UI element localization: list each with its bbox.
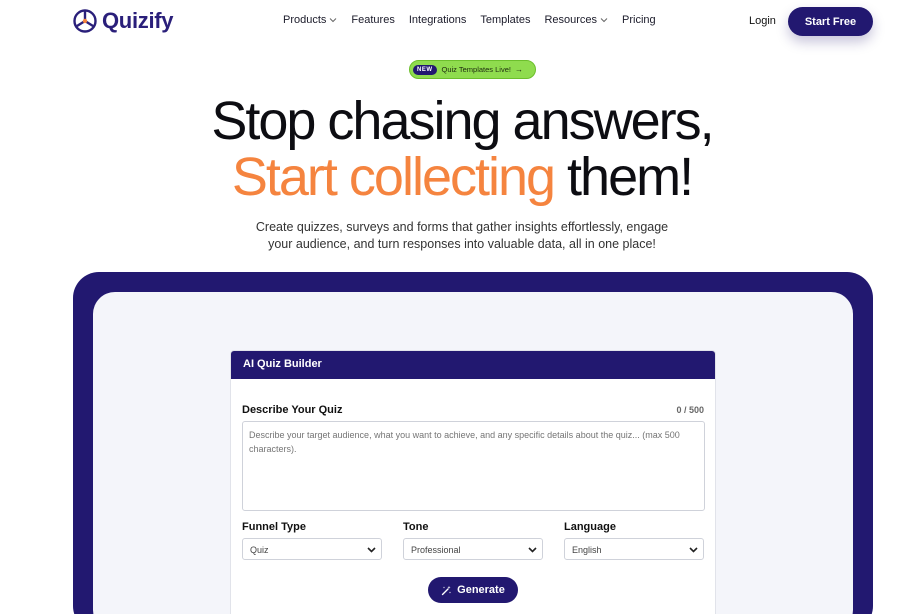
hero-highlight: Start collecting [231, 147, 556, 207]
logo-icon [73, 9, 97, 33]
tone-value: Professional [411, 545, 461, 555]
badge-text: Quiz Templates Live! [441, 65, 511, 74]
hero-headline-rest: them! [554, 147, 694, 207]
quiz-description-input[interactable] [242, 421, 705, 511]
chevron-down-icon [600, 18, 608, 23]
hero-subtitle-line1: Create quizzes, surveys and forms that g… [255, 220, 669, 234]
tone-label: Tone [403, 521, 429, 533]
ai-quiz-builder-card: AI Quiz Builder Describe Your Quiz 0 / 5… [230, 350, 716, 614]
funnel-type-label: Funnel Type [242, 521, 306, 533]
top-nav: Quizify Products Features Integrations T… [0, 0, 924, 44]
generate-label: Generate [457, 584, 505, 596]
magic-wand-icon [441, 585, 452, 595]
language-value: English [572, 545, 602, 555]
nav-item-label: Features [351, 14, 395, 26]
hero-headline-line1: Stop chasing answers, [211, 91, 714, 151]
login-link[interactable]: Login [749, 15, 776, 27]
hero-subtitle-line2: your audience, and turn responses into v… [268, 237, 656, 251]
nav-item-label: Products [283, 14, 327, 26]
hero-headline-line2: Start collecting them! [0, 150, 924, 204]
describe-quiz-label: Describe Your Quiz [242, 404, 343, 416]
nav-item-label: Templates [480, 14, 531, 26]
nav-item-label: Integrations [408, 14, 467, 26]
new-tag: NEW [413, 64, 437, 75]
character-counter: 0 / 500 [676, 405, 704, 415]
language-label: Language [564, 521, 616, 533]
brand-name: Quizify [102, 8, 174, 33]
nav-item-label: Pricing [622, 14, 656, 26]
brand-logo[interactable]: Quizify [72, 8, 174, 34]
chevron-down-icon [689, 547, 698, 553]
announcement-badge[interactable]: NEW Quiz Templates Live! → [409, 60, 536, 79]
card-title: AI Quiz Builder [231, 351, 715, 379]
main-menu: Products Features Integrations Templates… [283, 14, 670, 26]
language-select[interactable]: English [564, 538, 704, 560]
nav-item-features[interactable]: Features [351, 14, 394, 26]
arrow-right-icon: → [514, 65, 523, 74]
chevron-down-icon [330, 18, 337, 23]
chevron-down-icon [367, 547, 376, 553]
tone-select[interactable]: Professional [403, 538, 543, 560]
nav-item-templates[interactable]: Templates [480, 14, 530, 26]
nav-item-integrations[interactable]: Integrations [409, 14, 466, 26]
nav-item-products[interactable]: Products [283, 14, 337, 26]
nav-item-label: Resources [544, 14, 598, 26]
funnel-type-select[interactable]: Quiz [242, 538, 382, 560]
start-free-button[interactable]: Start Free [788, 7, 873, 36]
nav-item-resources[interactable]: Resources [544, 14, 608, 26]
funnel-type-value: Quiz [250, 545, 269, 555]
nav-item-pricing[interactable]: Pricing [622, 14, 656, 26]
generate-button[interactable]: Generate [428, 577, 518, 603]
chevron-down-icon [528, 547, 537, 553]
